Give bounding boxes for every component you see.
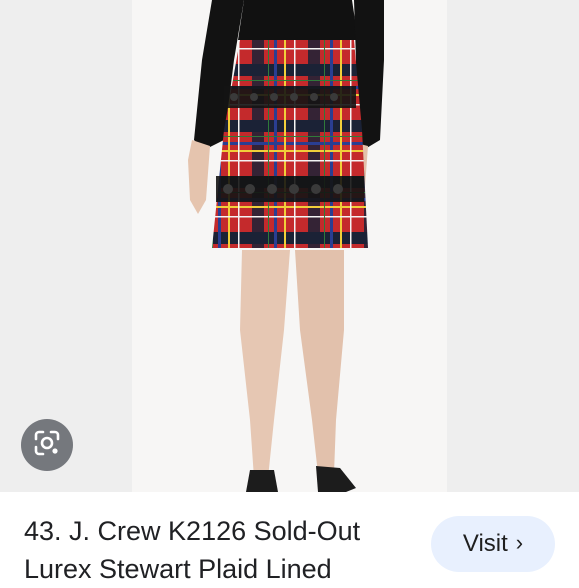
image-result-area[interactable] [0,0,579,492]
visit-button[interactable]: Visit › [431,516,555,572]
visit-button-label: Visit [462,530,508,557]
skirt-model-illustration [188,0,384,492]
result-title-line1: 43. J. Crew K2126 Sold-Out [24,516,361,546]
result-title[interactable]: 43. J. Crew K2126 Sold-Out Lurex Stewart… [24,512,414,588]
product-photo[interactable] [132,0,447,492]
google-lens-icon [33,429,61,462]
google-lens-button[interactable] [21,419,73,471]
chevron-right-icon: › [515,530,524,555]
